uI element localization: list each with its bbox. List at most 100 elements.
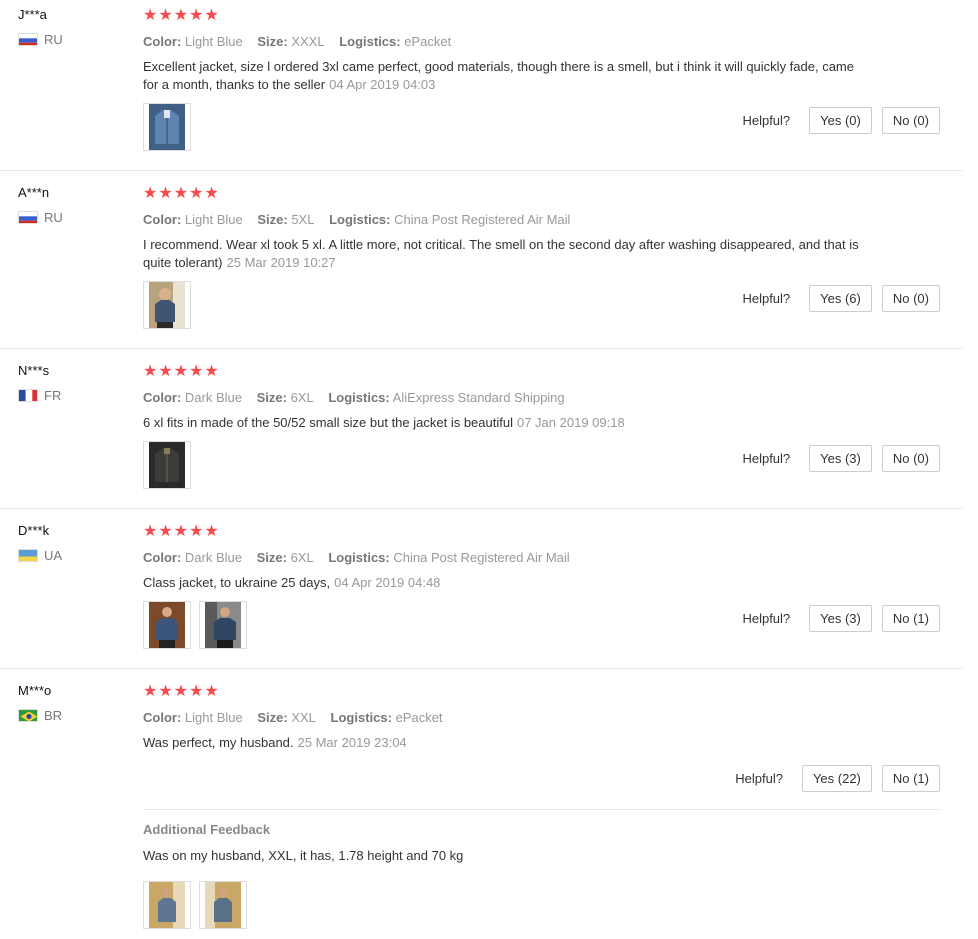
ukraine-flag-icon	[18, 549, 38, 562]
reviewer-country: UA	[18, 548, 62, 563]
jacket-photo-icon	[149, 442, 185, 488]
reviewer-country: RU	[18, 210, 63, 225]
size-value: 5XL	[291, 212, 315, 227]
color-value: Light Blue	[184, 212, 243, 227]
review-item: J***a RU ★★★★★ Color: Light Blue Size: X…	[0, 0, 962, 171]
review-body: Excellent jacket, size l ordered 3xl cam…	[143, 59, 854, 92]
reviewer-name: J***a	[18, 7, 47, 22]
review-body: Was perfect, my husband.	[143, 735, 294, 750]
country-code: UA	[44, 548, 63, 563]
review-text: 6 xl fits in made of the 50/52 small siz…	[143, 414, 863, 432]
review-photo-thumbnail[interactable]	[143, 103, 191, 151]
person-photo-icon	[205, 602, 241, 648]
helpful-yes-button[interactable]: Yes (3)	[809, 445, 872, 472]
helpful-voting: Helpful? Yes (22) No (1)	[735, 765, 940, 792]
brazil-flag-icon	[18, 709, 38, 722]
russia-flag-icon	[18, 33, 38, 46]
reviewer-name: M***o	[18, 683, 52, 698]
helpful-voting: Helpful? Yes (0) No (0)	[742, 107, 940, 134]
review-date: 04 Apr 2019 04:03	[329, 77, 436, 92]
size-value: 6XL	[290, 550, 314, 565]
logistics-key: Logistics:	[328, 550, 390, 565]
country-code: RU	[44, 32, 63, 47]
helpful-voting: Helpful? Yes (6) No (0)	[742, 285, 940, 312]
reviewer-info: N***s FR	[18, 362, 61, 403]
star-rating: ★★★★★	[143, 683, 220, 700]
helpful-yes-button[interactable]: Yes (3)	[809, 605, 872, 632]
review-photo-thumbnail[interactable]	[143, 601, 191, 649]
france-flag-icon	[18, 389, 38, 402]
review-photo-thumbnail[interactable]	[199, 881, 247, 929]
review-photo-thumbnail[interactable]	[143, 881, 191, 929]
review-date: 04 Apr 2019 04:48	[334, 575, 441, 590]
review-photo-thumbnail[interactable]	[143, 281, 191, 329]
size-key: Size:	[257, 710, 288, 725]
review-item: M***o BR ★★★★★ Color: Light Blue Size: X…	[0, 669, 962, 939]
size-key: Size:	[256, 550, 287, 565]
reviewer-info: D***k UA	[18, 522, 62, 563]
helpful-yes-button[interactable]: Yes (0)	[809, 107, 872, 134]
person-photo-icon	[149, 602, 185, 648]
additional-feedback-title: Additional Feedback	[143, 822, 271, 837]
country-code: FR	[44, 388, 62, 403]
order-attributes: Color: Light Blue Size: XXL Logistics: e…	[143, 709, 940, 727]
logistics-value: China Post Registered Air Mail	[394, 212, 571, 227]
review-date: 25 Mar 2019 23:04	[297, 735, 407, 750]
helpful-voting: Helpful? Yes (3) No (1)	[742, 605, 940, 632]
star-rating: ★★★★★	[143, 185, 220, 202]
color-key: Color:	[143, 390, 182, 405]
size-key: Size:	[257, 34, 288, 49]
jacket-photo-icon	[149, 104, 185, 150]
review-body: 6 xl fits in made of the 50/52 small siz…	[143, 415, 513, 430]
size-value: 6XL	[290, 390, 314, 405]
color-key: Color:	[143, 212, 182, 227]
review-photos	[143, 881, 940, 929]
helpful-label: Helpful?	[742, 611, 791, 626]
reviewer-name: D***k	[18, 523, 50, 538]
country-code: BR	[44, 708, 63, 723]
person-photo-icon	[149, 882, 185, 928]
reviewer-country: FR	[18, 388, 61, 403]
color-key: Color:	[143, 710, 182, 725]
helpful-no-button[interactable]: No (1)	[881, 765, 940, 792]
helpful-no-button[interactable]: No (1)	[881, 605, 940, 632]
helpful-no-button[interactable]: No (0)	[881, 445, 940, 472]
helpful-no-button[interactable]: No (0)	[881, 285, 940, 312]
helpful-no-button[interactable]: No (0)	[881, 107, 940, 134]
color-value: Dark Blue	[184, 390, 242, 405]
review-date: 25 Mar 2019 10:27	[226, 255, 336, 270]
star-rating: ★★★★★	[143, 7, 220, 24]
order-attributes: Color: Dark Blue Size: 6XL Logistics: Ch…	[143, 549, 940, 567]
color-value: Dark Blue	[184, 550, 242, 565]
review-photo-thumbnail[interactable]	[143, 441, 191, 489]
size-value: XXXL	[291, 34, 325, 49]
logistics-value: ePacket	[404, 34, 452, 49]
additional-feedback: Additional Feedback Was on my husband, X…	[143, 809, 940, 929]
helpful-label: Helpful?	[742, 451, 791, 466]
color-value: Light Blue	[184, 34, 243, 49]
logistics-key: Logistics:	[339, 34, 401, 49]
size-key: Size:	[256, 390, 287, 405]
helpful-yes-button[interactable]: Yes (22)	[801, 765, 872, 792]
country-code: RU	[44, 210, 63, 225]
star-rating: ★★★★★	[143, 523, 220, 540]
order-attributes: Color: Dark Blue Size: 6XL Logistics: Al…	[143, 389, 940, 407]
review-item: D***k UA ★★★★★ Color: Dark Blue Size: 6X…	[0, 509, 962, 669]
size-key: Size:	[257, 212, 288, 227]
star-rating: ★★★★★	[143, 363, 220, 380]
reviewer-country: BR	[18, 708, 62, 723]
review-item: N***s FR ★★★★★ Color: Dark Blue Size: 6X…	[0, 349, 962, 509]
order-attributes: Color: Light Blue Size: 5XL Logistics: C…	[143, 211, 940, 229]
size-value: XXL	[291, 710, 316, 725]
additional-feedback-text: Was on my husband, XXL, it has, 1.78 hei…	[143, 848, 464, 863]
review-text: Excellent jacket, size l ordered 3xl cam…	[143, 58, 863, 94]
logistics-value: AliExpress Standard Shipping	[392, 390, 565, 405]
review-text: Was perfect, my husband. 25 Mar 2019 23:0…	[143, 734, 863, 752]
color-key: Color:	[143, 34, 182, 49]
order-attributes: Color: Light Blue Size: XXXL Logistics: …	[143, 33, 940, 51]
helpful-voting: Helpful? Yes (3) No (0)	[742, 445, 940, 472]
helpful-yes-button[interactable]: Yes (6)	[809, 285, 872, 312]
reviewer-name: N***s	[18, 363, 50, 378]
reviewer-country: RU	[18, 32, 63, 47]
review-photo-thumbnail[interactable]	[199, 601, 247, 649]
